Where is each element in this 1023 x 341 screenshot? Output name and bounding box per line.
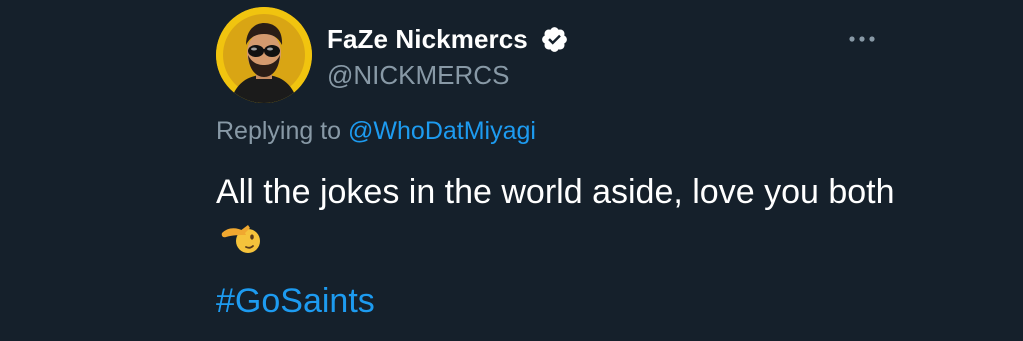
author-display-name[interactable]: FaZe Nickmercs	[327, 24, 528, 55]
salute-emoji-icon	[221, 225, 260, 253]
verified-badge-icon	[542, 27, 567, 52]
avatar-image	[216, 7, 312, 103]
replying-to-line: Replying to @WhoDatMiyagi	[216, 117, 536, 146]
replying-to-label: Replying to	[216, 117, 342, 145]
tweet: FaZe Nickmercs @NICKMERCS Replying to @W…	[0, 0, 1023, 341]
author-handle[interactable]: @NICKMERCS	[327, 60, 509, 91]
tweet-text: All the jokes in the world aside, love y…	[216, 173, 895, 211]
hashtag-link[interactable]: #GoSaints	[216, 282, 375, 321]
more-options-icon[interactable]	[848, 34, 876, 44]
tweet-body: All the jokes in the world aside, love y…	[216, 168, 896, 264]
reply-mention-link[interactable]: @WhoDatMiyagi	[348, 117, 536, 145]
avatar[interactable]	[216, 7, 312, 103]
